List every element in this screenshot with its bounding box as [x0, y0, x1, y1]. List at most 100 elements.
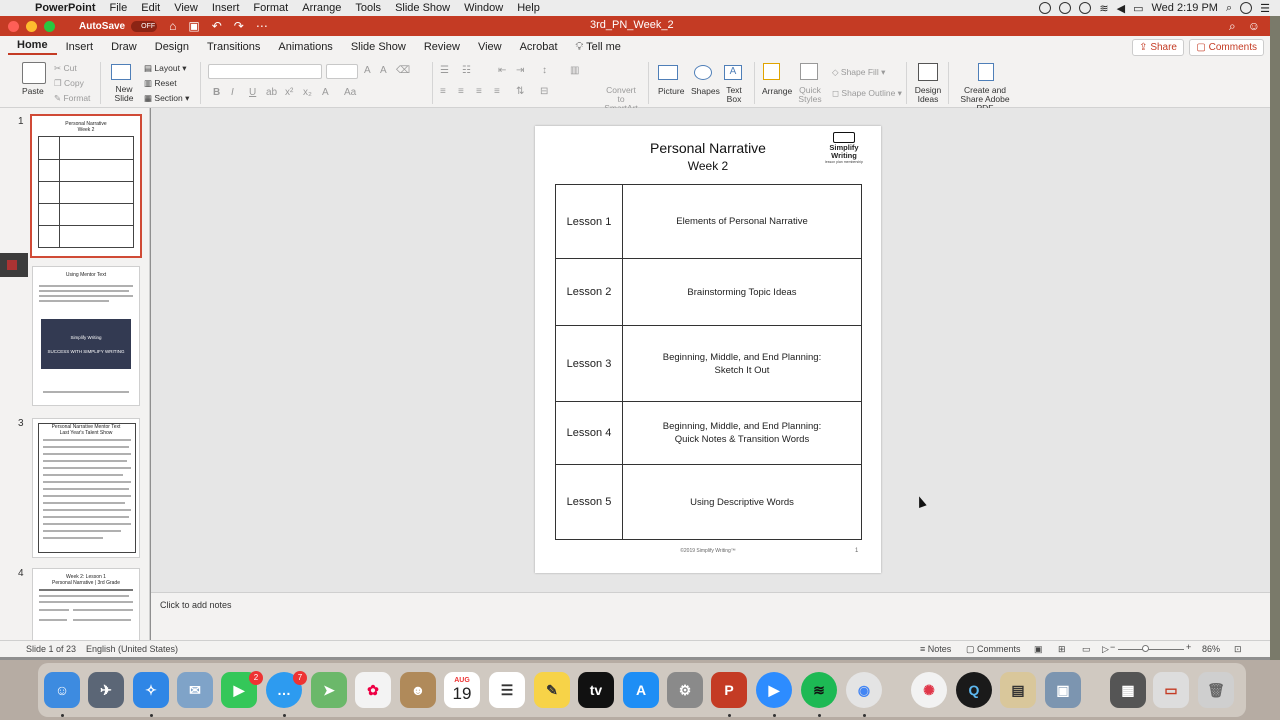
notification-center-icon[interactable]: ☰ [1260, 2, 1270, 15]
tab-home[interactable]: Home [8, 39, 57, 55]
strikethrough-icon[interactable]: ab [266, 87, 277, 98]
table-row[interactable]: Lesson 2 Brainstorming Topic Ideas [556, 259, 861, 326]
increase-indent-icon[interactable]: ⇥ [516, 65, 524, 76]
minimize-window-icon[interactable] [26, 20, 37, 32]
preview-icon[interactable]: ✉ [177, 672, 213, 708]
powerpoint-icon[interactable]: P [711, 672, 747, 708]
layout-button[interactable]: ▤ Layout ▾ [144, 63, 187, 74]
calendar-icon[interactable]: AUG 19 [444, 672, 480, 708]
redo-icon[interactable]: ↷ [234, 19, 244, 33]
decrease-font-icon[interactable]: A [380, 65, 387, 76]
zoom-slider-handle[interactable] [1142, 645, 1149, 652]
notes-placeholder[interactable]: Click to add notes [160, 600, 232, 610]
zoom-level[interactable]: 86% [1202, 644, 1220, 654]
underline-icon[interactable]: U [249, 87, 256, 98]
tab-animations[interactable]: Animations [269, 41, 341, 53]
zoom-out-icon[interactable]: − [1110, 642, 1115, 652]
slide-thumbnail-2[interactable]: Using Mentor Text Simplify Writing SUCCE… [32, 266, 140, 406]
cut-button[interactable]: ✂ Cut [54, 63, 77, 74]
user-avatar-icon[interactable] [1240, 2, 1253, 14]
wifi-icon[interactable]: ≋ [1099, 2, 1108, 15]
increase-font-icon[interactable]: A [364, 65, 371, 76]
notes-toggle[interactable]: ≡ Notes [920, 644, 951, 654]
tab-draw[interactable]: Draw [102, 41, 146, 53]
spotlight-icon[interactable]: ⌕ [1226, 2, 1232, 15]
comments-toggle[interactable]: ▢ Comments [966, 644, 1021, 655]
shape-outline-button[interactable]: ◻ Shape Outline ▾ [832, 88, 902, 99]
highlight-icon[interactable]: Aa [344, 87, 356, 98]
share-button[interactable]: ⇪ Share [1132, 39, 1184, 56]
tab-insert[interactable]: Insert [57, 41, 103, 53]
zoom-icon[interactable]: ▶ [756, 672, 792, 708]
tab-review[interactable]: Review [415, 41, 469, 53]
menu-window[interactable]: Window [457, 2, 510, 14]
slide-thumbnail-1[interactable]: Personal Narrative Week 2 [30, 114, 142, 258]
copy-button[interactable]: ❐ Copy [54, 78, 84, 89]
menu-insert[interactable]: Insert [205, 2, 247, 14]
menu-app-powerpoint[interactable]: PowerPoint [28, 2, 103, 14]
reminders-icon[interactable]: ☰ [489, 672, 525, 708]
menu-format[interactable]: Format [246, 2, 295, 14]
document-file-icon[interactable]: ▤ [1000, 672, 1036, 708]
format-painter-button[interactable]: ✎ Format [54, 93, 90, 104]
finder-icon[interactable]: ☺ [44, 672, 80, 708]
clear-formatting-icon[interactable]: ⌫ [396, 65, 410, 76]
tab-acrobat[interactable]: Acrobat [511, 41, 567, 53]
downloads-stack-icon[interactable]: ▭ [1153, 672, 1189, 708]
lesson-table[interactable]: Lesson 1 Elements of Personal Narrative … [555, 184, 862, 540]
system-preferences-icon[interactable]: ⚙ [667, 672, 703, 708]
italic-icon[interactable]: I [231, 87, 234, 98]
bluetooth-icon[interactable] [1079, 2, 1092, 14]
current-slide[interactable]: Personal Narrative Week 2 Simplify Writi… [535, 126, 881, 573]
subscript-icon[interactable]: x₂ [303, 87, 312, 98]
trash-icon[interactable]: 🗑︎ [1198, 672, 1234, 708]
close-window-icon[interactable] [8, 20, 19, 32]
menu-file[interactable]: File [103, 2, 135, 14]
section-button[interactable]: ▦ Section ▾ [144, 93, 189, 104]
justify-icon[interactable]: ≡ [494, 86, 500, 97]
table-row[interactable]: Lesson 5 Using Descriptive Words [556, 465, 861, 539]
menu-edit[interactable]: Edit [134, 2, 167, 14]
text-direction-icon[interactable]: ⇅ [516, 86, 524, 97]
line-spacing-icon[interactable]: ↕ [542, 65, 547, 76]
font-size-combobox[interactable] [326, 64, 358, 79]
language-indicator[interactable]: English (United States) [86, 644, 178, 654]
autosave-toggle[interactable]: OFF [131, 20, 158, 32]
apple-tv-icon[interactable]: tv [578, 672, 614, 708]
slide-thumbnail-3[interactable]: Personal Narrative Mentor Text Last Year… [32, 418, 140, 558]
table-row[interactable]: Lesson 3 Beginning, Middle, and End Plan… [556, 326, 861, 402]
shape-fill-button[interactable]: ◇ Shape Fill ▾ [832, 67, 885, 78]
zoom-slider[interactable] [1118, 649, 1184, 650]
more-icon[interactable]: ⋯ [256, 19, 268, 33]
comments-button[interactable]: ▢ Comments [1189, 39, 1264, 56]
reset-button[interactable]: ▥ Reset [144, 78, 177, 89]
tell-me-search[interactable]: 💡︎ Tell me [567, 41, 630, 54]
normal-view-icon[interactable]: ▣ [1034, 644, 1043, 655]
notes-app-icon[interactable]: ✎ [534, 672, 570, 708]
menu-view[interactable]: View [167, 2, 205, 14]
align-right-icon[interactable]: ≡ [476, 86, 482, 97]
bold-icon[interactable]: B [213, 87, 220, 98]
table-row[interactable]: Lesson 4 Beginning, Middle, and End Plan… [556, 402, 861, 465]
font-color-icon[interactable]: A [322, 87, 329, 98]
menu-help[interactable]: Help [510, 2, 547, 14]
contacts-icon[interactable]: ☻ [400, 672, 436, 708]
menu-slide-show[interactable]: Slide Show [388, 2, 457, 14]
zoom-in-icon[interactable]: + [1186, 642, 1191, 652]
tab-design[interactable]: Design [146, 41, 198, 53]
creative-cloud-icon[interactable] [1039, 2, 1052, 14]
table-row[interactable]: Lesson 1 Elements of Personal Narrative [556, 185, 861, 259]
numbering-icon[interactable]: ☷ [462, 65, 471, 76]
recent-item-icon[interactable]: ▦ [1110, 672, 1146, 708]
image-capture-icon[interactable]: ▣ [1045, 672, 1081, 708]
tab-slide-show[interactable]: Slide Show [342, 41, 415, 53]
slide-sorter-icon[interactable]: ⊞ [1058, 644, 1066, 655]
notes-pane[interactable]: Click to add notes [151, 592, 1270, 640]
align-left-icon[interactable]: ≡ [440, 86, 446, 97]
maps-icon[interactable]: ➤ [311, 672, 347, 708]
align-text-icon[interactable]: ⊟ [540, 86, 548, 97]
home-icon[interactable]: ⌂ [169, 19, 176, 33]
fit-to-window-icon[interactable]: ⊡ [1234, 644, 1242, 655]
save-icon[interactable]: ▣ [188, 19, 199, 33]
chrome-icon[interactable]: ◉ [846, 672, 882, 708]
